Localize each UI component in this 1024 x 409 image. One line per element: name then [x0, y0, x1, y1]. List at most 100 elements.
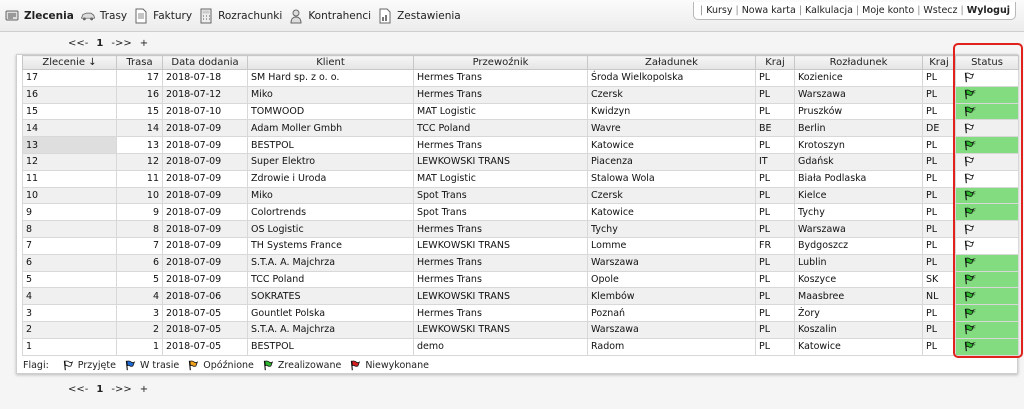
- cell-status[interactable]: F: [955, 136, 1019, 154]
- table-row[interactable]: 9 9 2018-07-09 Colortrends Spot Trans Katowic…: [22, 203, 1019, 222]
- nav-item-trasy[interactable]: Trasy: [80, 8, 127, 24]
- cell-kraj1: PL: [755, 69, 795, 87]
- pager-add[interactable]: +: [140, 38, 148, 49]
- cell-data: 2018-07-09: [162, 270, 248, 289]
- table-row[interactable]: 10 10 2018-07-09 Miko Spot Trans Czersk PL Kiel…: [22, 186, 1019, 205]
- table-row[interactable]: 3 3 2018-07-05 Gountlet Polska Hermes Trans P…: [22, 304, 1019, 322]
- col-kraj-rozladunku[interactable]: Kraj: [922, 55, 956, 70]
- flag-zrealizowane-icon: F: [964, 207, 977, 218]
- nav-item-kontrahenci[interactable]: Kontrahenci: [288, 8, 371, 24]
- cell-zlecenie: 15: [22, 102, 117, 121]
- legend-item-przyjete: Przyjęte: [63, 360, 116, 371]
- cell-klient: TH Systems France: [247, 236, 414, 255]
- cell-przewoznik: demo: [413, 337, 588, 356]
- col-status[interactable]: Status: [955, 55, 1019, 70]
- nav-item-rozrachunki[interactable]: Rozrachunki: [198, 8, 282, 24]
- col-trasa[interactable]: Trasa: [116, 55, 163, 70]
- table-row[interactable]: 14 14 2018-07-09 Adam Moller Gmbh TCC Poland…: [22, 119, 1019, 138]
- cell-status[interactable]: [955, 169, 1019, 188]
- table-row[interactable]: 6 6 2018-07-09 S.T.A. A. Majchrza Hermes Tra…: [22, 253, 1019, 272]
- col-zaladunek[interactable]: Załadunek: [587, 55, 756, 70]
- table-header: Zlecenie ↓ Trasa Data dodania Klient Przewoź…: [22, 55, 1019, 70]
- cell-rozladunek: Lublin: [794, 253, 923, 272]
- cell-status[interactable]: F: [955, 203, 1019, 222]
- cell-kraj1: PL: [755, 85, 795, 104]
- col-klient[interactable]: Klient: [247, 55, 414, 70]
- col-kraj-zaladunku[interactable]: Kraj: [755, 55, 795, 70]
- user-link-moje-konto[interactable]: Moje konto: [861, 5, 915, 16]
- cell-kraj2: PL: [922, 337, 956, 356]
- table-row[interactable]: 15 15 2018-07-10 TOMWOOD MAT Logistic Kwidzyn…: [22, 102, 1019, 121]
- cell-trasa: 1: [116, 337, 163, 356]
- cell-status[interactable]: F: [955, 186, 1019, 205]
- cell-klient: SM Hard sp. z o. o.: [247, 69, 414, 87]
- cell-status[interactable]: [955, 152, 1019, 171]
- svg-text:F: F: [973, 325, 976, 331]
- cell-rozladunek: Żory: [794, 304, 923, 322]
- nav-item-label: Zestawienia: [397, 10, 461, 22]
- table-row[interactable]: 16 16 2018-07-12 Miko Hermes Trans Czersk PL Wa…: [22, 85, 1019, 104]
- pager-add[interactable]: +: [140, 384, 148, 395]
- user-link-wyloguj[interactable]: Wyloguj: [966, 5, 1011, 16]
- cell-data: 2018-07-09: [162, 136, 248, 154]
- cell-status[interactable]: [955, 119, 1019, 138]
- col-rozladunek[interactable]: Rozładunek: [794, 55, 923, 70]
- nav-item-zlecenia[interactable]: Zlecenia: [4, 8, 74, 24]
- table-row[interactable]: 11 11 2018-07-09 Zdrowie i Uroda MAT Logisti…: [22, 169, 1019, 188]
- separator: |: [735, 5, 739, 16]
- cell-przewoznik: TCC Poland: [413, 119, 588, 138]
- nav-item-faktury[interactable]: Faktury: [133, 8, 192, 24]
- cell-status[interactable]: [955, 236, 1019, 255]
- cell-status[interactable]: F: [955, 102, 1019, 121]
- pager-prev[interactable]: <<-: [68, 384, 88, 395]
- cell-trasa: 7: [116, 236, 163, 255]
- pager-next[interactable]: ->>: [111, 38, 131, 49]
- table-row[interactable]: 1 1 2018-07-05 BESTPOL demo Radom PL Katowice PL…: [22, 337, 1019, 356]
- pager-bottom: <<- 1 ->> +: [68, 384, 156, 395]
- cell-status[interactable]: F: [955, 287, 1019, 306]
- pager-current[interactable]: 1: [96, 38, 103, 49]
- cell-status[interactable]: F: [955, 253, 1019, 272]
- flag-przyjete-icon: [964, 173, 977, 184]
- cell-przewoznik: Spot Trans: [413, 186, 588, 205]
- table-row[interactable]: 12 12 2018-07-09 Super Elektro LEWKOWSKI TRA…: [22, 152, 1019, 171]
- cell-status[interactable]: F: [955, 270, 1019, 289]
- col-data-dodania[interactable]: Data dodania: [162, 55, 248, 70]
- table-row[interactable]: 7 7 2018-07-09 TH Systems France LEWKOWSKI T…: [22, 236, 1019, 255]
- user-link-kursy[interactable]: Kursy: [705, 5, 733, 16]
- user-link-kalkulacja[interactable]: Kalkulacja: [804, 5, 854, 16]
- flag-zrealizowane-icon: F: [964, 341, 977, 352]
- user-link-nowa-karta[interactable]: Nowa karta: [741, 5, 797, 16]
- user-link-wstecz[interactable]: Wstecz: [922, 5, 958, 16]
- cell-data: 2018-07-05: [162, 304, 248, 322]
- table-row[interactable]: 2 2 2018-07-05 S.T.A. A. Majchrza LEWKOWSKI …: [22, 320, 1019, 339]
- cell-status[interactable]: F: [955, 304, 1019, 322]
- cell-status[interactable]: [955, 69, 1019, 87]
- cell-status[interactable]: [955, 220, 1019, 238]
- col-przewoznik[interactable]: Przewoźnik: [413, 55, 588, 70]
- cell-zaladunek: Wavre: [587, 119, 756, 138]
- nav-item-zestawienia[interactable]: Zestawienia: [377, 8, 461, 24]
- col-zlecenie[interactable]: Zlecenie ↓: [22, 55, 117, 70]
- pager-current[interactable]: 1: [96, 384, 103, 395]
- cell-rozladunek: Krotoszyn: [794, 136, 923, 154]
- contacts-icon: [288, 8, 304, 24]
- pager-next[interactable]: ->>: [111, 384, 131, 395]
- pager-prev[interactable]: <<-: [68, 38, 88, 49]
- cell-status[interactable]: F: [955, 85, 1019, 104]
- table-row[interactable]: 17 17 2018-07-18 SM Hard sp. z o. o. Hermes …: [22, 69, 1019, 87]
- table-row[interactable]: 8 8 2018-07-09 OS Logistic Hermes Trans Tychy…: [22, 220, 1019, 238]
- cell-kraj2: PL: [922, 152, 956, 171]
- cell-trasa: 2: [116, 320, 163, 339]
- legend-item-label: Zrealizowane: [277, 360, 342, 371]
- cell-trasa: 10: [116, 186, 163, 205]
- cell-kraj2: PL: [922, 236, 956, 255]
- cell-zlecenie: 6: [22, 253, 117, 272]
- cell-przewoznik: Spot Trans: [413, 203, 588, 222]
- table-row[interactable]: 5 5 2018-07-09 TCC Poland Hermes Trans Opole P…: [22, 270, 1019, 289]
- table-row[interactable]: 13 13 2018-07-09 BESTPOL Hermes Trans Katowic…: [22, 136, 1019, 154]
- cell-status[interactable]: F: [955, 320, 1019, 339]
- cell-status[interactable]: F: [955, 337, 1019, 356]
- cell-kraj2: PL: [922, 85, 956, 104]
- table-row[interactable]: 4 4 2018-07-06 SOKRATES LEWKOWSKI TRANS Klemb…: [22, 287, 1019, 306]
